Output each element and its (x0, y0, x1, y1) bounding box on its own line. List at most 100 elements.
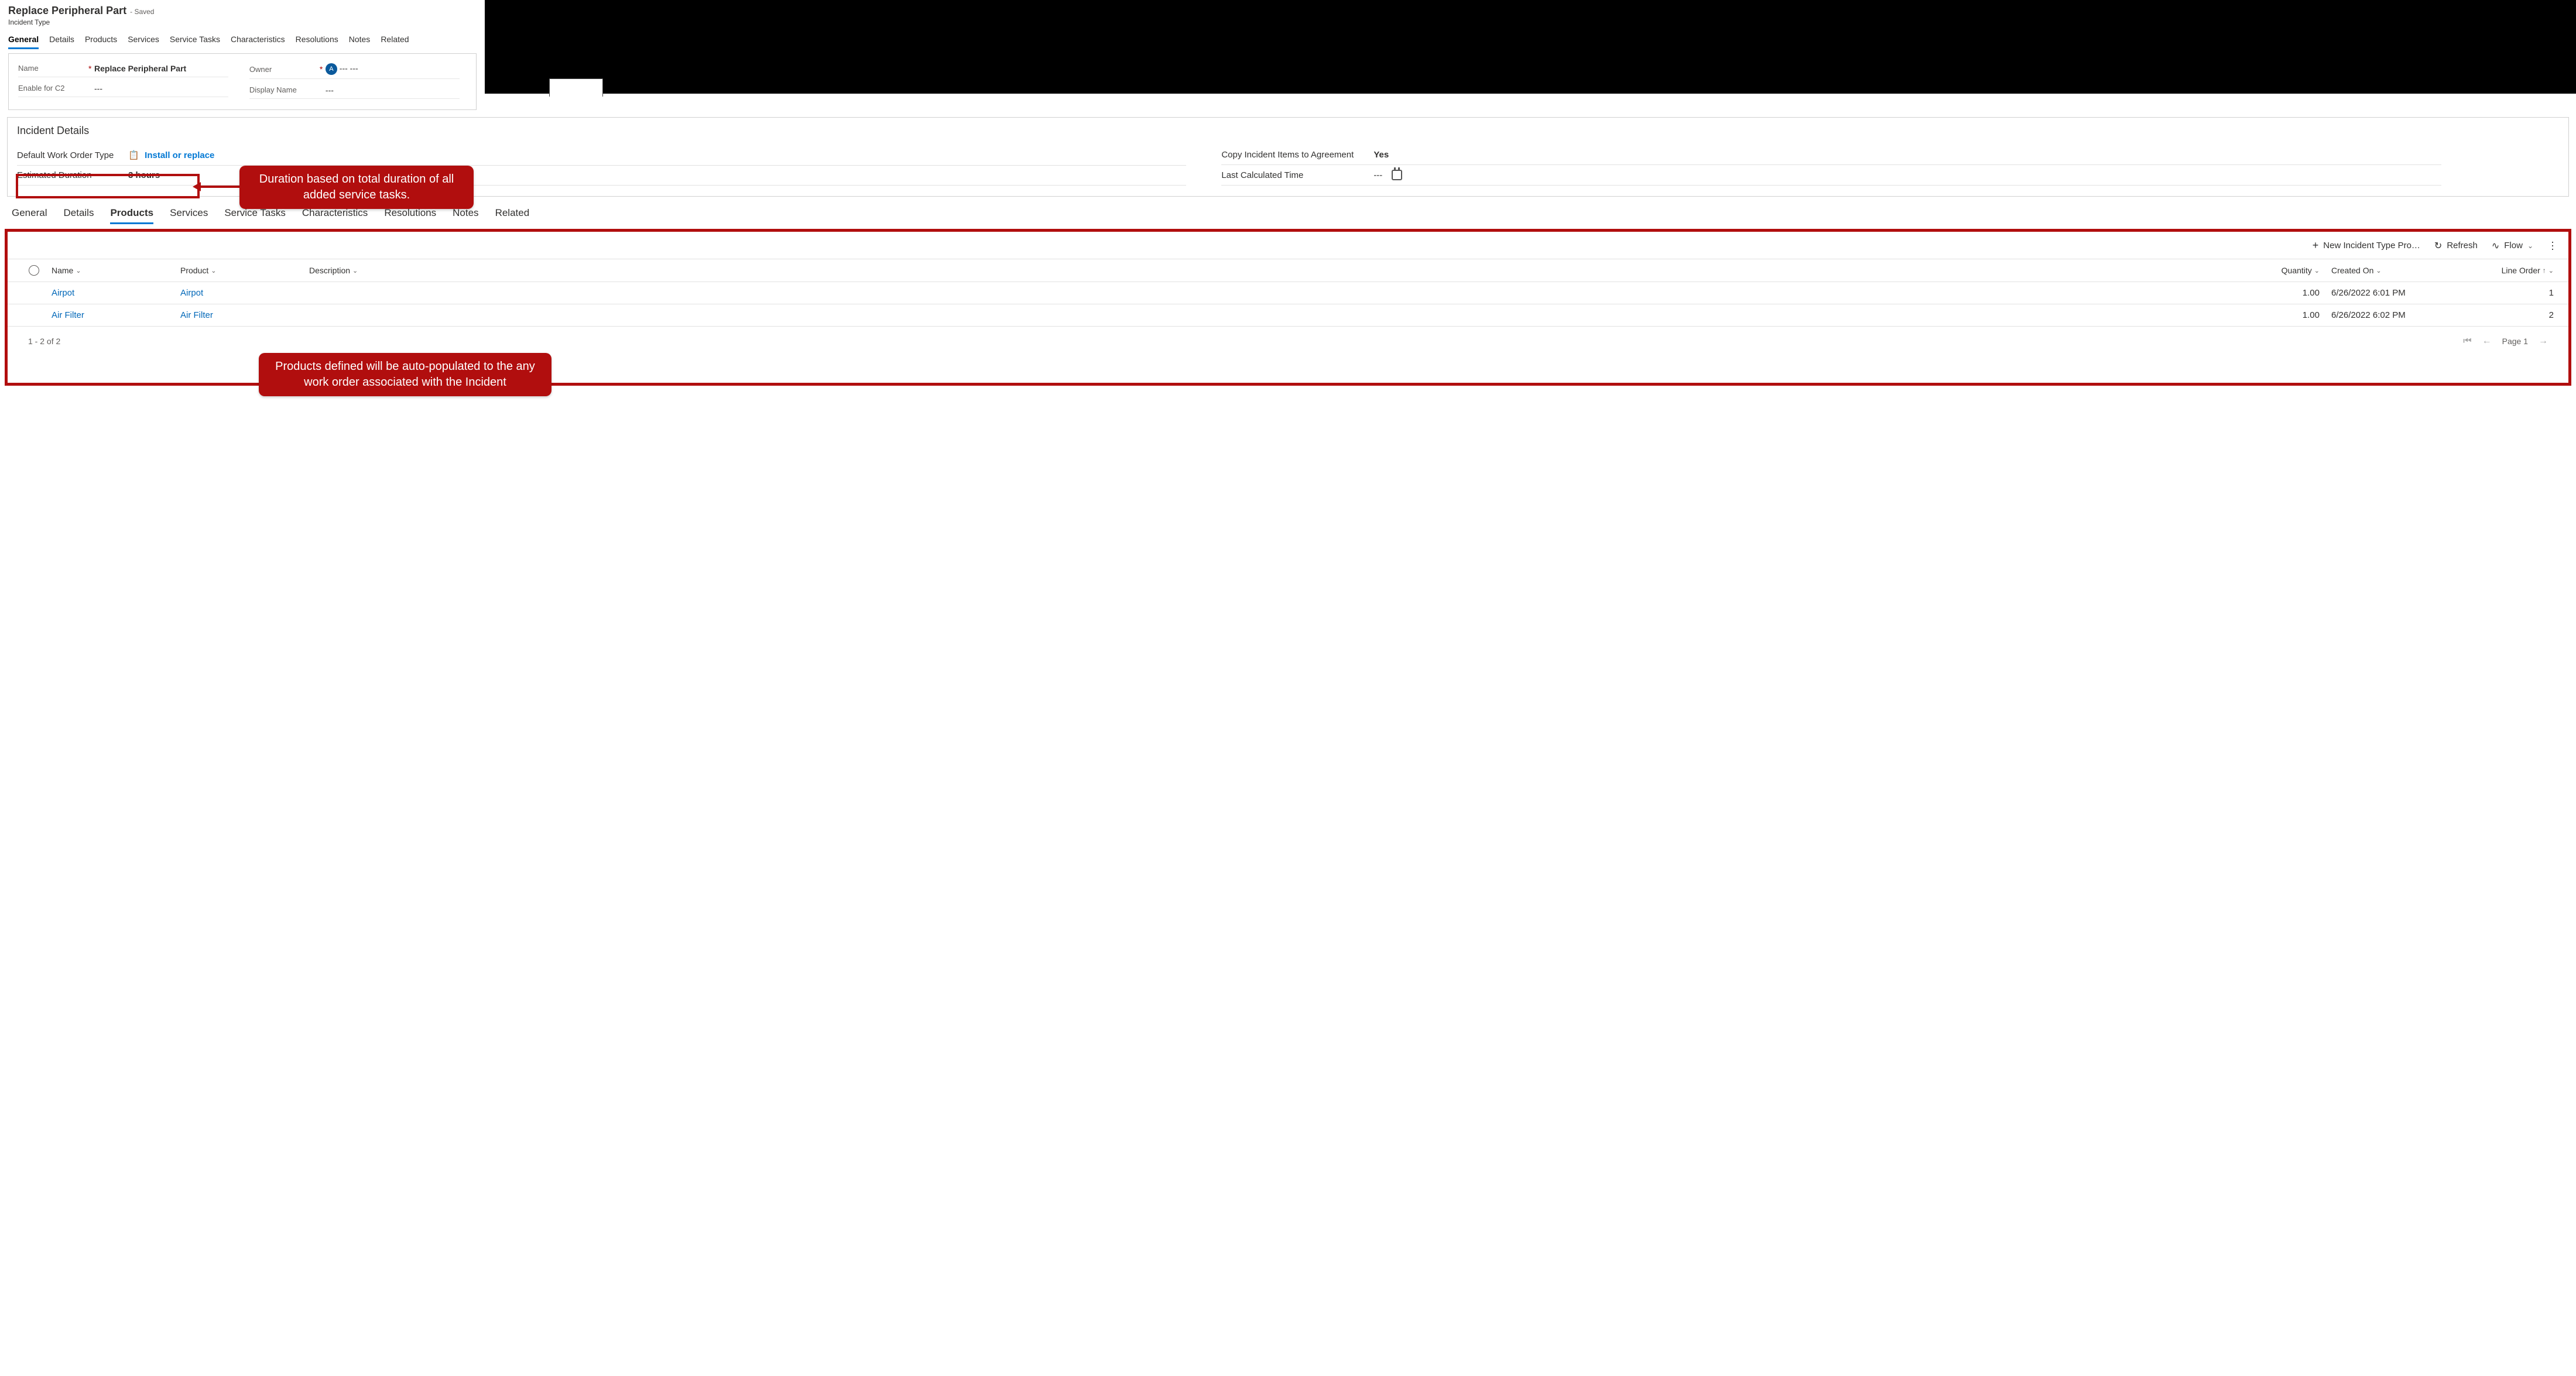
refresh-button[interactable]: ↻ Refresh (2434, 239, 2478, 252)
record-range: 1 - 2 of 2 (28, 337, 60, 346)
grid-header: Name⌄ Product⌄ Description⌄ Quantity⌄ Cr… (7, 259, 2569, 282)
calc-field[interactable]: --- (1373, 170, 1382, 180)
chevron-down-icon: ⌄ (2314, 267, 2320, 274)
created-cell: 6/26/2022 6:01 PM (2331, 288, 2478, 298)
dn-label: Display Name (249, 85, 320, 94)
col-desc-label: Description (309, 266, 350, 275)
page-title: Replace Peripheral Part (8, 5, 126, 17)
qty-cell: 1.00 (2261, 288, 2331, 298)
tab-service-tasks[interactable]: Service Tasks (170, 32, 220, 49)
est-field[interactable]: 3 hours (128, 170, 160, 180)
first-page-button[interactable]: ⏮ (2463, 336, 2471, 346)
tab-details[interactable]: Details (63, 207, 94, 224)
tab-notes[interactable]: Notes (349, 32, 371, 49)
order-cell: 1 (2478, 288, 2560, 298)
c2-label: Enable for C2 (18, 84, 88, 92)
owner-label: Owner (249, 65, 320, 74)
arrow-head-icon (193, 182, 201, 191)
name-link[interactable]: Airpot (52, 288, 74, 298)
table-row[interactable]: Air FilterAir Filter1.006/26/2022 6:02 P… (7, 304, 2569, 327)
calc-label: Last Calculated Time (1221, 170, 1373, 180)
tab-products[interactable]: Products (110, 207, 153, 224)
grid-footer: 1 - 2 of 2 ⏮ ← Page 1 → (7, 327, 2569, 356)
page-label: Page 1 (2502, 337, 2528, 346)
tab-general[interactable]: General (8, 32, 39, 49)
form-tabs: General Details Products Services Service Ta… (8, 32, 477, 50)
prev-page-button[interactable]: ← (2482, 336, 2492, 346)
name-link[interactable]: Air Filter (52, 310, 84, 320)
pager: ⏮ ← Page 1 → (2463, 336, 2548, 346)
qty-cell: 1.00 (2261, 310, 2331, 320)
next-page-button[interactable]: → (2539, 336, 2548, 346)
arrow-line (200, 186, 241, 188)
new-label: New Incident Type Pro… (2323, 241, 2420, 251)
required-mark: * (320, 64, 326, 74)
tab-services[interactable]: Services (170, 207, 208, 224)
col-order-label: Line Order (2502, 266, 2540, 275)
saved-state: - Saved (130, 8, 154, 16)
dn-field[interactable]: --- (326, 85, 460, 95)
col-name[interactable]: Name⌄ (52, 266, 180, 275)
chevron-down-icon: ⌄ (2376, 267, 2381, 274)
col-description[interactable]: Description⌄ (309, 266, 2261, 275)
plus-icon: + (2313, 239, 2319, 252)
products-grid: Name⌄ Product⌄ Description⌄ Quantity⌄ Cr… (7, 259, 2569, 327)
col-created[interactable]: Created On⌄ (2331, 266, 2478, 275)
product-link[interactable]: Airpot (180, 288, 203, 298)
tab-service-tasks[interactable]: Service Tasks (224, 207, 286, 224)
sort-asc-icon: ↑ (2543, 266, 2546, 274)
tab-resolutions[interactable]: Resolutions (296, 32, 338, 49)
tab-related[interactable]: Related (381, 32, 409, 49)
summary-card: Name * Replace Peripheral Part Enable fo… (8, 53, 477, 110)
chevron-down-icon: ⌄ (76, 267, 81, 274)
required-mark: * (88, 64, 94, 73)
chevron-down-icon: ⌄ (2527, 242, 2533, 250)
col-created-label: Created On (2331, 266, 2373, 275)
tab-related[interactable]: Related (495, 207, 530, 224)
col-quantity[interactable]: Quantity⌄ (2261, 266, 2331, 275)
wot-field[interactable]: 📋 Install or replace (128, 150, 214, 160)
flow-button[interactable]: ∿ Flow ⌄ (2492, 239, 2533, 252)
section-title: Incident Details (17, 125, 2559, 137)
chevron-down-icon: ⌄ (211, 267, 216, 274)
more-icon: ⋯ (2546, 241, 2558, 251)
tab-characteristics[interactable]: Characteristics (231, 32, 285, 49)
calendar-icon[interactable] (1392, 170, 1402, 180)
more-button[interactable]: ⋯ (2547, 239, 2557, 252)
c2-field[interactable]: --- (94, 84, 228, 93)
product-link[interactable]: Air Filter (180, 310, 213, 320)
tab-services[interactable]: Services (128, 32, 159, 49)
select-all[interactable] (29, 265, 39, 276)
copy-label: Copy Incident Items to Agreement (1221, 150, 1373, 160)
table-row[interactable]: Airpot Airpot 1.006/26/2022 6:01 PM1 (7, 282, 2569, 304)
col-product[interactable]: Product⌄ (180, 266, 309, 275)
owner-field[interactable]: A --- --- (326, 63, 460, 75)
col-line-order[interactable]: Line Order ↑ ⌄ (2478, 266, 2560, 275)
entity-subtitle: Incident Type (8, 18, 477, 26)
clipboard-icon: 📋 (128, 150, 139, 160)
tab-strip-placeholder (485, 0, 2576, 94)
copy-field[interactable]: Yes (1373, 150, 1389, 160)
tab-general[interactable]: General (12, 207, 47, 224)
tab-notes[interactable]: Notes (453, 207, 478, 224)
name-field[interactable]: Replace Peripheral Part (94, 64, 228, 73)
chevron-down-icon: ⌄ (2548, 267, 2554, 274)
tab-products[interactable]: Products (85, 32, 117, 49)
refresh-icon: ↻ (2434, 240, 2442, 252)
tab-characteristics[interactable]: Characteristics (302, 207, 368, 224)
wot-value: Install or replace (145, 150, 214, 160)
tab-details[interactable]: Details (49, 32, 74, 49)
flow-label: Flow (2504, 241, 2523, 251)
tab-resolutions[interactable]: Resolutions (384, 207, 436, 224)
flow-icon: ∿ (2492, 240, 2499, 252)
owner-value: --- --- (340, 64, 358, 73)
col-qty-label: Quantity (2282, 266, 2312, 275)
new-record-button[interactable]: + New Incident Type Pro… (2313, 239, 2420, 252)
est-label: Estimated Duration (17, 170, 128, 180)
col-name-label: Name (52, 266, 73, 275)
incident-details-card: Incident Details Default Work Order Type… (7, 117, 2569, 197)
person-icon: A (326, 63, 337, 75)
record-header: Replace Peripheral Part - Saved Incident… (0, 0, 485, 50)
chevron-down-icon: ⌄ (352, 267, 358, 274)
col-product-label: Product (180, 266, 208, 275)
